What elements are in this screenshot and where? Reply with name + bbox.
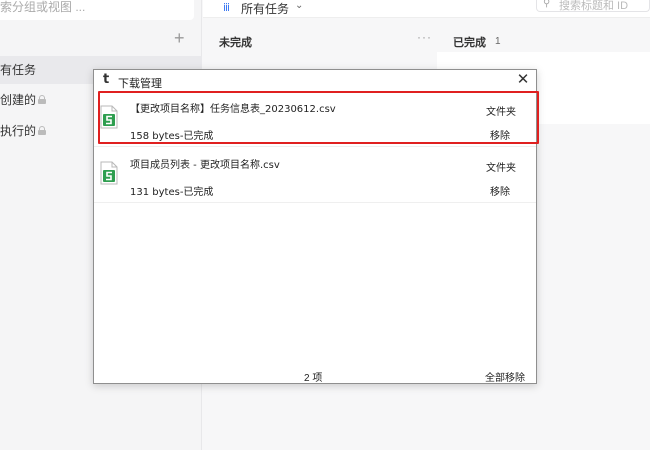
column-title-incomplete: 未完成 <box>219 37 252 49</box>
app-logo-icon: t <box>103 72 110 87</box>
group-search-placeholder: 索分组或视图 ... <box>0 0 86 14</box>
view-selector[interactable]: 所有任务 <box>241 0 289 17</box>
remove-button[interactable]: 移除 <box>490 127 510 142</box>
download-item: 项目成员列表 - 更改项目名称.csv 131 bytes-已完成 文件夹 移除 <box>94 148 536 203</box>
close-button[interactable]: ✕ <box>515 72 531 88</box>
sidebar-item-label: 创建的 <box>0 93 37 107</box>
group-search-input[interactable]: 索分组或视图 ... <box>0 0 194 20</box>
download-manager-dialog: t 下载管理 ✕ 【更改项目名称】任务信息表_20230612.csv 158 … <box>93 69 537 384</box>
download-status: 131 bytes-已完成 <box>130 187 214 198</box>
board-view-icon: ⅲ <box>223 2 231 14</box>
sidebar-item-label: 有任务 <box>0 63 37 77</box>
open-folder-button[interactable]: 文件夹 <box>486 159 516 174</box>
view-header: ⅲ 所有任务 ⌄ ⚲ 搜索标题和 ID <box>203 0 650 18</box>
download-status: 158 bytes-已完成 <box>130 131 214 142</box>
chevron-down-icon[interactable]: ⌄ <box>295 0 303 11</box>
file-name[interactable]: 【更改项目名称】任务信息表_20230612.csv <box>130 100 336 115</box>
dialog-titlebar: t 下载管理 ✕ <box>94 70 536 91</box>
column-more-button[interactable]: ··· <box>417 30 432 44</box>
add-group-button[interactable]: + <box>174 28 185 48</box>
csv-file-icon <box>100 161 118 185</box>
task-search-input[interactable]: ⚲ 搜索标题和 ID <box>536 0 650 12</box>
column-count: 1 <box>495 36 501 47</box>
dialog-title: 下载管理 <box>118 78 162 90</box>
task-search-placeholder: 搜索标题和 ID <box>559 0 629 12</box>
sidebar-item-label: 执行的 <box>0 124 37 138</box>
csv-file-icon <box>100 105 118 129</box>
open-folder-button[interactable]: 文件夹 <box>486 103 516 118</box>
remove-all-button[interactable]: 全部移除 <box>485 369 525 384</box>
lock-icon <box>38 126 46 135</box>
download-item: 【更改项目名称】任务信息表_20230612.csv 158 bytes-已完成… <box>94 92 536 147</box>
item-count: 2 项 <box>304 373 323 384</box>
lock-icon <box>38 95 46 104</box>
search-icon: ⚲ <box>543 0 551 9</box>
file-name[interactable]: 项目成员列表 - 更改项目名称.csv <box>130 156 280 171</box>
remove-button[interactable]: 移除 <box>490 183 510 198</box>
column-title-complete: 已完成 <box>453 37 486 49</box>
